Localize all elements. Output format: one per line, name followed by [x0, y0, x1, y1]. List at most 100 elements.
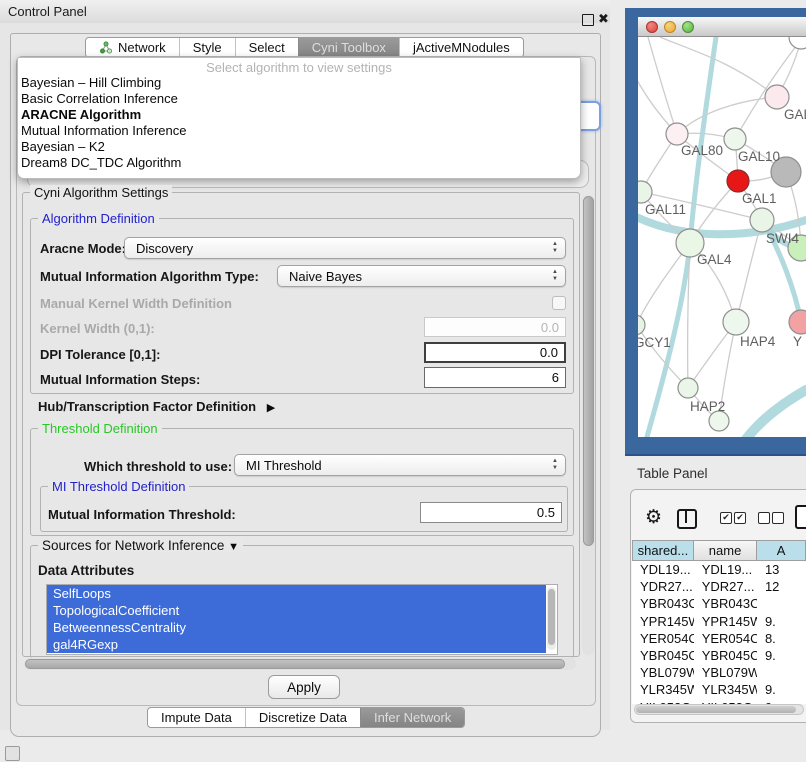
algorithm-option-mutual-information-inference[interactable]: Mutual Information Inference [18, 123, 580, 139]
tab-label: Infer Network [374, 710, 451, 725]
tab-network[interactable]: Network [86, 38, 179, 57]
attributes-scrollbar[interactable] [547, 587, 556, 650]
unchecked-box-icon[interactable] [772, 512, 784, 524]
network-node[interactable] [709, 411, 729, 431]
tab-jactivemnodules[interactable]: jActiveMNodules [399, 38, 523, 57]
mi-type-combo[interactable]: Naive Bayes ▲▼ [277, 265, 566, 287]
table-cell: 12 [757, 579, 806, 594]
algorithm-option-basic-correlation-inference[interactable]: Basic Correlation Inference [18, 91, 580, 107]
table-row[interactable]: YER054CYER054C8. [632, 630, 806, 647]
minimize-button[interactable] [664, 21, 676, 33]
attribute-item-topologicalcoefficient[interactable]: TopologicalCoefficient [47, 602, 546, 619]
table-row[interactable]: YPR145WYPR145W9. [632, 613, 806, 630]
table-cell: 13 [757, 562, 806, 577]
tab-discretize-data[interactable]: Discretize Data [245, 708, 360, 727]
network-node-gal[interactable] [765, 85, 789, 109]
checked-box-icon[interactable]: ✔ [734, 512, 746, 524]
aracne-mode-combo[interactable]: Discovery ▲▼ [124, 237, 566, 259]
settings-horizontal-scrollbar[interactable] [24, 658, 576, 670]
network-window-titlebar[interactable] [638, 17, 806, 37]
tab-label: Network [118, 40, 166, 55]
table-row[interactable]: YBR043CYBR043C [632, 595, 806, 612]
control-panel-bottom-tabs: Impute DataDiscretize Data Infer Network [147, 707, 465, 728]
dpi-tolerance-field[interactable]: 0.0 [424, 342, 566, 363]
table-cell: YLR345W [694, 682, 757, 697]
network-node-swi4[interactable] [750, 208, 774, 232]
table-cell: YPR145W [694, 614, 757, 629]
settings-vertical-scrollbar[interactable] [582, 195, 595, 655]
table-body: YDL19...YDL19...13YDR27...YDR27...12YBR0… [632, 561, 806, 704]
split-columns-icon[interactable] [677, 509, 697, 529]
zoom-button[interactable] [682, 21, 694, 33]
table-cell: YBR045C [694, 648, 757, 663]
document-icon[interactable] [795, 505, 806, 529]
table-row[interactable]: YBR045CYBR045C9. [632, 647, 806, 664]
mi-threshold-group-title: MI Threshold Definition [48, 479, 189, 494]
unchecked-box-icon[interactable] [758, 512, 770, 524]
table-horizontal-thumb[interactable] [636, 706, 796, 713]
network-node-gcy1[interactable] [638, 315, 645, 335]
table-row[interactable]: YLR345WYLR345W9. [632, 681, 806, 698]
close-button[interactable] [646, 21, 658, 33]
network-canvas[interactable]: GALGAL80GAL10GAL1GAL11SWI4GAL4GCY1HAP4YH… [638, 37, 806, 437]
tab-cyni-toolbox[interactable]: Cyni Toolbox [298, 38, 399, 57]
checked-box-icon[interactable]: ✔ [720, 512, 732, 524]
hub-definition-expander[interactable]: Hub/Transcription Factor Definition ▶ [38, 399, 275, 414]
gear-icon[interactable]: ⚙ [645, 506, 662, 529]
close-icon[interactable]: ✖ [598, 11, 609, 27]
table-row[interactable]: YDL19...YDL19...13 [632, 561, 806, 578]
network-node[interactable] [789, 37, 806, 49]
tab-select[interactable]: Select [235, 38, 298, 57]
node-label: GAL80 [681, 143, 723, 158]
settings-horizontal-thumb[interactable] [25, 659, 565, 669]
network-node-y[interactable] [789, 310, 806, 334]
mi-threshold-field[interactable]: 0.5 [420, 502, 562, 523]
algorithm-option-bayesian-hill-climbing[interactable]: Bayesian – Hill Climbing [18, 75, 580, 91]
attribute-item-gal4rgexp[interactable]: gal4RGexp [47, 636, 546, 653]
network-node-hap4[interactable] [723, 309, 749, 335]
sources-title-text: Sources for Network Inference [42, 538, 224, 553]
tab-impute-data[interactable]: Impute Data [148, 708, 245, 727]
table-row[interactable]: YBL079WYBL079W [632, 664, 806, 681]
node-table: shared...nameA YDL19...YDL19...13YDR27..… [632, 540, 806, 704]
float-window-icon[interactable] [582, 14, 594, 26]
network-node-hap2[interactable] [678, 378, 698, 398]
attribute-item-selfloops[interactable]: SelfLoops [47, 585, 546, 602]
collapsed-panel-icon[interactable] [5, 746, 20, 761]
data-attributes-list[interactable]: SelfLoopsTopologicalCoefficientBetweenne… [46, 584, 558, 655]
column-header-name[interactable]: name [694, 540, 757, 561]
table-cell: YPR145W [632, 614, 694, 629]
table-horizontal-scrollbar[interactable] [634, 704, 804, 715]
tab-style[interactable]: Style [179, 38, 235, 57]
control-panel-titlebar: Control Panel [0, 0, 610, 23]
manual-kernel-checkbox[interactable] [552, 296, 566, 310]
node-label: SWI4 [766, 231, 799, 246]
apply-button[interactable]: Apply [268, 675, 340, 699]
node-label: GAL11 [645, 202, 686, 217]
network-node-gal1[interactable] [727, 170, 749, 192]
kernel-width-field[interactable]: 0.0 [424, 317, 566, 337]
table-header-row: shared...nameA [632, 540, 806, 561]
attributes-scrollbar-thumb[interactable] [548, 589, 555, 645]
kernel-width-label: Kernel Width (0,1): [40, 321, 155, 336]
combo-arrows-icon: ▲▼ [552, 269, 558, 283]
network-node-gal10[interactable] [724, 128, 746, 150]
column-header-a[interactable]: A [757, 540, 806, 561]
sources-group-title[interactable]: Sources for Network Inference ▼ [38, 538, 243, 553]
chevron-right-icon: ▶ [267, 402, 275, 414]
column-header-shared-[interactable]: shared... [632, 540, 694, 561]
network-node-gal11[interactable] [638, 181, 652, 203]
mi-steps-field[interactable]: 6 [424, 367, 566, 388]
algorithm-option-aracne-algorithm[interactable]: ARACNE Algorithm [18, 107, 580, 123]
settings-vertical-thumb[interactable] [583, 196, 594, 546]
tab-infer-network[interactable]: Infer Network [360, 708, 464, 727]
chevron-down-icon: ▼ [228, 541, 239, 553]
table-row[interactable]: YDR27...YDR27...12 [632, 578, 806, 595]
attribute-item-betweennesscentrality[interactable]: BetweennessCentrality [47, 619, 546, 636]
network-node-gal80[interactable] [666, 123, 688, 145]
node-label: GAL10 [738, 149, 780, 164]
algorithm-option-bayesian-k2[interactable]: Bayesian – K2 [18, 139, 580, 155]
table-cell: 9. [757, 614, 806, 629]
which-threshold-combo[interactable]: MI Threshold ▲▼ [234, 454, 566, 476]
algorithm-option-dream8-dc-tdc-algorithm[interactable]: Dream8 DC_TDC Algorithm [18, 155, 580, 171]
